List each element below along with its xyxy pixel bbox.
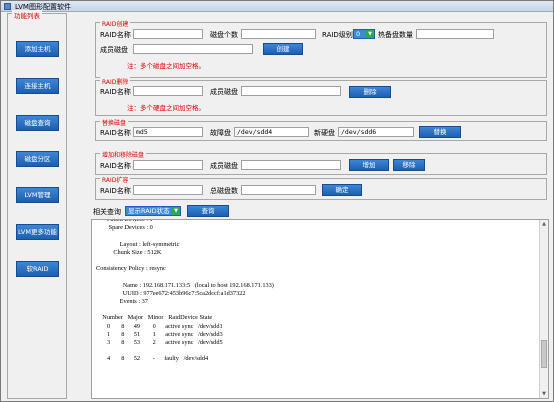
raid-create-group: RAID创建 RAID名称 磁盘个数 RAID级别 0 ▼ 热备盘数量 成员磁盘… — [95, 19, 547, 78]
delete-raid-name-input[interactable] — [133, 86, 203, 96]
new-disk-input[interactable]: /dev/sdd6 — [338, 127, 414, 137]
delete-note: 注：多个硬盘之间加空格。 — [127, 104, 205, 112]
disk-count-input[interactable] — [241, 29, 316, 39]
function-list-panel: 功能列表 添加主机 连接主机 磁盘查询 磁盘分区 LVM管理 LVM更多功能 软… — [7, 10, 67, 399]
new-disk-label: 新硬盘 — [314, 129, 335, 137]
soft-raid-button[interactable]: 软RAID — [16, 261, 59, 277]
member-disk-input[interactable] — [133, 44, 253, 54]
delete-button[interactable]: 删除 — [349, 86, 391, 98]
scroll-thumb[interactable] — [541, 340, 547, 368]
raid-name-label: RAID名称 — [100, 31, 131, 39]
total-disks-label: 总磁盘数 — [210, 187, 238, 195]
confirm-expand-button[interactable]: 确定 — [322, 184, 362, 196]
disk-count-label: 磁盘个数 — [210, 31, 238, 39]
raid-delete-legend: RAID删除 — [100, 77, 131, 86]
app-icon — [4, 3, 11, 10]
replace-disk-legend: 替换磁盘 — [100, 118, 129, 127]
raid-level-label: RAID级别 — [322, 31, 353, 39]
query-type-value: 显示RAID状态 — [128, 207, 170, 215]
replace-raid-name-label: RAID名称 — [100, 129, 131, 137]
raid-create-legend: RAID创建 — [100, 19, 131, 28]
scroll-down-icon[interactable]: ▼ — [540, 390, 548, 398]
chevron-down-icon: ▼ — [366, 30, 374, 38]
disk-partition-button[interactable]: 磁盘分区 — [16, 151, 59, 167]
query-type-select[interactable]: 显示RAID状态 ▼ — [125, 206, 181, 216]
chevron-down-icon: ▼ — [172, 207, 180, 215]
app-window: LVM图形配置软件 功能列表 添加主机 连接主机 磁盘查询 磁盘分区 LVM管理… — [0, 0, 554, 402]
expand-raid-name-label: RAID名称 — [100, 187, 131, 195]
add-host-button[interactable]: 添加主机 — [16, 41, 59, 57]
raid-level-value: 0 — [356, 30, 361, 38]
add-remove-raid-name-label: RAID名称 — [100, 162, 131, 170]
add-remove-member-input[interactable] — [241, 160, 341, 170]
disk-query-button[interactable]: 磁盘查询 — [16, 115, 59, 131]
remove-disk-button[interactable]: 移除 — [393, 159, 425, 171]
lvm-manage-button[interactable]: LVM管理 — [16, 187, 59, 203]
raid-expand-legend: RAID扩容 — [100, 175, 131, 184]
related-query-label: 相关查询 — [93, 208, 121, 216]
replace-button[interactable]: 替换 — [419, 126, 461, 138]
query-button[interactable]: 查询 — [187, 205, 229, 217]
title-bar: LVM图形配置软件 — [1, 1, 553, 12]
create-note: 注：多个磁盘之间加空格。 — [127, 62, 205, 70]
raid-level-select[interactable]: 0 ▼ — [353, 29, 375, 39]
expand-raid-name-input[interactable] — [133, 185, 203, 195]
add-remove-legend: 增加和移除磁盘 — [100, 150, 147, 159]
total-disks-input[interactable] — [241, 185, 316, 195]
raid-expand-group: RAID扩容 RAID名称 总磁盘数 确定 — [95, 175, 547, 200]
hot-spare-input[interactable] — [416, 29, 494, 39]
raid-delete-group: RAID删除 RAID名称 成员磁盘 删除 注：多个硬盘之间加空格。 — [95, 77, 547, 116]
output-scrollbar[interactable]: ▲ ▼ — [539, 220, 548, 398]
scroll-up-icon[interactable]: ▲ — [540, 220, 548, 228]
query-output-textarea[interactable]: Failed Devices : 1 Spare Devices : 0 Lay… — [91, 219, 549, 399]
member-disk-label: 成员磁盘 — [100, 46, 128, 54]
create-button[interactable]: 创建 — [263, 43, 303, 55]
hot-spare-label: 热备盘数量 — [378, 31, 413, 39]
replace-raid-name-input[interactable]: md5 — [133, 127, 203, 137]
add-remove-disk-group: 增加和移除磁盘 RAID名称 成员磁盘 增加 移除 — [95, 150, 547, 175]
add-remove-member-label: 成员磁盘 — [210, 162, 238, 170]
add-disk-button[interactable]: 增加 — [349, 159, 389, 171]
faulty-disk-label: 故障盘 — [210, 129, 231, 137]
query-output-text: Failed Devices : 1 Spare Devices : 0 Lay… — [96, 219, 274, 363]
replace-disk-group: 替换磁盘 RAID名称 md5 故障盘 /dev/sdd4 新硬盘 /dev/s… — [95, 118, 547, 141]
lvm-more-button[interactable]: LVM更多功能 — [16, 224, 59, 240]
connect-host-button[interactable]: 连接主机 — [16, 78, 59, 94]
delete-member-disk-label: 成员磁盘 — [210, 88, 238, 96]
client-area: 功能列表 添加主机 连接主机 磁盘查询 磁盘分区 LVM管理 LVM更多功能 软… — [3, 10, 551, 401]
faulty-disk-input[interactable]: /dev/sdd4 — [234, 127, 309, 137]
delete-member-disk-input[interactable] — [241, 86, 341, 96]
delete-raid-name-label: RAID名称 — [100, 88, 131, 96]
raid-name-input[interactable] — [133, 29, 203, 39]
add-remove-raid-name-input[interactable] — [133, 160, 203, 170]
function-list-legend: 功能列表 — [12, 10, 42, 20]
